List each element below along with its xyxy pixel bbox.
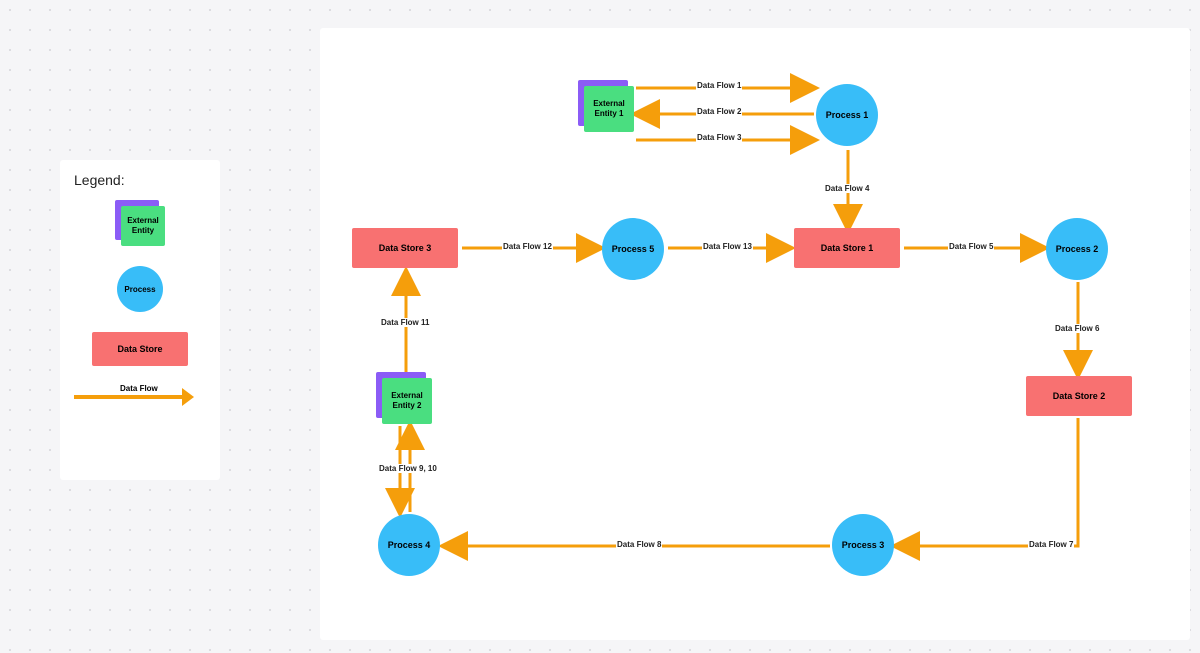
flow-label-4: Data Flow 4	[824, 184, 870, 193]
node-process-4[interactable]: Process 4	[378, 514, 440, 576]
data-store-label: Data Store	[117, 344, 162, 354]
arrow-head-icon	[182, 388, 194, 406]
flow-label-8: Data Flow 8	[616, 540, 662, 549]
flow-label-12: Data Flow 12	[502, 242, 553, 251]
flow-label-1: Data Flow 1	[696, 81, 742, 90]
node-data-store-2[interactable]: Data Store 2	[1026, 376, 1132, 416]
data-store-icon: Data Store	[92, 332, 188, 366]
node-data-store-1[interactable]: Data Store 1	[794, 228, 900, 268]
legend-data-store: Data Store	[60, 332, 220, 366]
node-process-1[interactable]: Process 1	[816, 84, 878, 146]
p2-label: Process 2	[1056, 244, 1099, 254]
legend-data-flow: Data Flow	[74, 386, 206, 406]
process-icon: Process	[117, 266, 163, 312]
page: Legend: External Entity Process Data Sto…	[0, 0, 1200, 653]
process-label: Process	[124, 285, 155, 294]
flow-label-5: Data Flow 5	[948, 242, 994, 251]
p3-label: Process 3	[842, 540, 885, 550]
p1-label: Process 1	[826, 110, 869, 120]
node-process-5[interactable]: Process 5	[602, 218, 664, 280]
p5-label: Process 5	[612, 244, 655, 254]
ee2-label: External Entity 2	[382, 378, 432, 424]
external-entity-label: External Entity	[121, 206, 165, 246]
flow-label-7: Data Flow 7	[1028, 540, 1074, 549]
flow-label-6: Data Flow 6	[1054, 324, 1100, 333]
p4-label: Process 4	[388, 540, 431, 550]
node-data-store-3[interactable]: Data Store 3	[352, 228, 458, 268]
node-process-3[interactable]: Process 3	[832, 514, 894, 576]
ds1-label: Data Store 1	[821, 243, 874, 253]
flow-label-13: Data Flow 13	[702, 242, 753, 251]
flow-label-3: Data Flow 3	[696, 133, 742, 142]
ds3-label: Data Store 3	[379, 243, 432, 253]
ds2-label: Data Store 2	[1053, 391, 1106, 401]
arrow-line-icon	[74, 395, 184, 399]
diagram-canvas[interactable]: Data Flow 1 Data Flow 2 Data Flow 3 Data…	[320, 28, 1190, 640]
node-external-entity-2[interactable]: External Entity 2	[376, 372, 436, 426]
legend-external-entity: External Entity	[60, 200, 220, 246]
node-process-2[interactable]: Process 2	[1046, 218, 1108, 280]
external-entity-icon: External Entity	[115, 200, 165, 246]
legend-title: Legend:	[74, 172, 220, 188]
node-external-entity-1[interactable]: External Entity 1	[578, 80, 638, 134]
legend-panel: Legend: External Entity Process Data Sto…	[60, 160, 220, 480]
legend-process: Process	[60, 266, 220, 312]
data-flow-label: Data Flow	[120, 384, 158, 393]
flow-label-11: Data Flow 11	[380, 318, 430, 327]
flow-label-2: Data Flow 2	[696, 107, 742, 116]
ee1-label: External Entity 1	[584, 86, 634, 132]
flow-label-9-10: Data Flow 9, 10	[378, 464, 438, 473]
